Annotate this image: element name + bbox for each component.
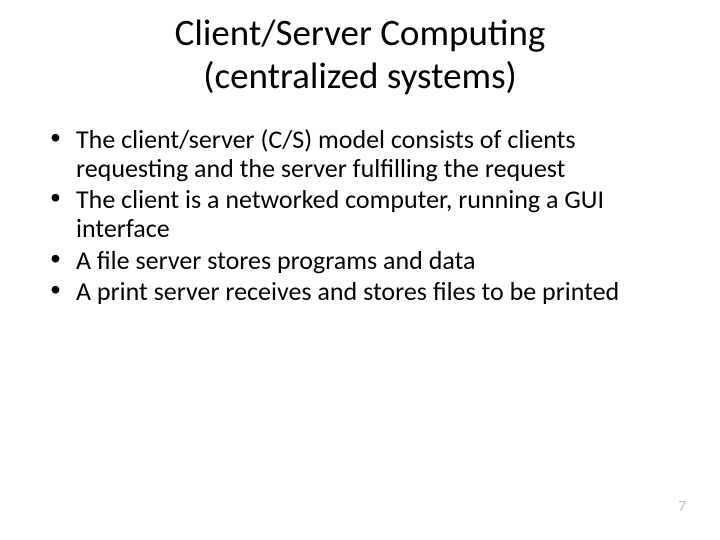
- page-number: 7: [678, 498, 686, 516]
- list-item: The client/server (C/S) model consists o…: [48, 125, 680, 183]
- slide-title: Client/Server Computing (centralized sys…: [40, 12, 680, 97]
- title-line-1: Client/Server Computing: [175, 10, 546, 55]
- title-line-2: (centralized systems): [203, 53, 517, 98]
- list-item: A file server stores programs and data: [48, 246, 680, 275]
- list-item: A print server receives and stores files…: [48, 277, 680, 306]
- bullet-list: The client/server (C/S) model consists o…: [40, 125, 680, 306]
- slide: Client/Server Computing (centralized sys…: [0, 0, 720, 540]
- list-item: The client is a networked computer, runn…: [48, 185, 680, 243]
